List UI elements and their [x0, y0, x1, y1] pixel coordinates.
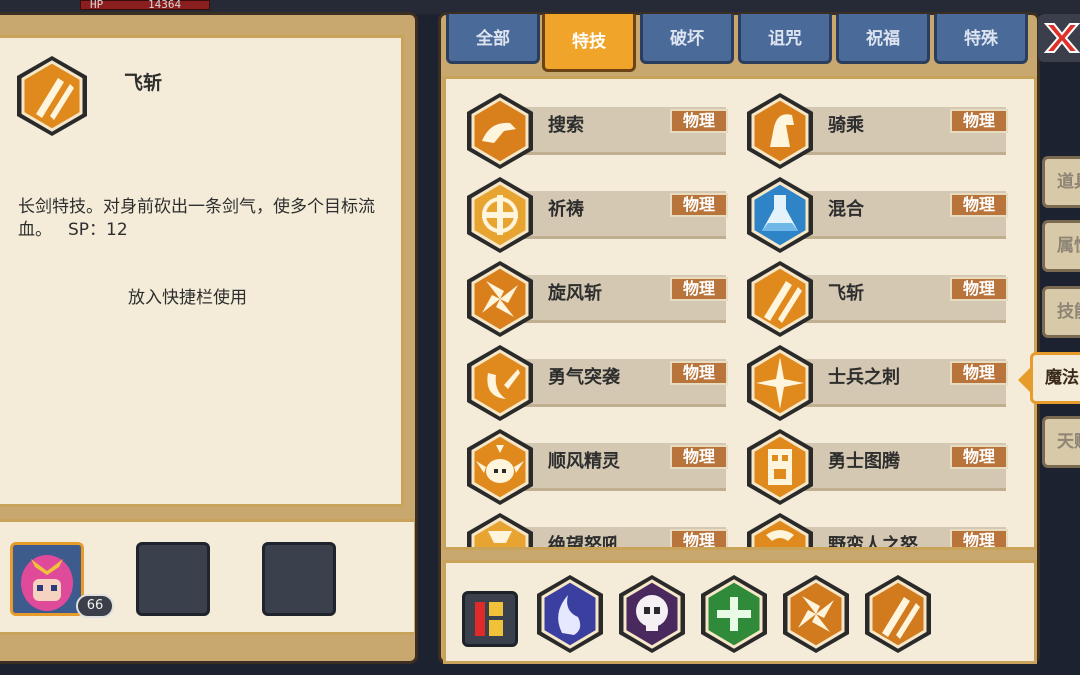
skill-type-badge: 物理	[950, 361, 1008, 385]
tab-blessing[interactable]: 祝福	[836, 14, 930, 64]
skill-type-badge: 物理	[950, 109, 1008, 133]
skill-item-barbarian-rage[interactable]: 野蛮人之怒 物理	[744, 511, 1008, 550]
skill-item-soldier-thrust[interactable]: 士兵之刺 物理	[744, 343, 1008, 423]
skill-item-ride[interactable]: 骑乘 物理	[744, 91, 1008, 171]
whirlwind-icon[interactable]	[780, 573, 852, 655]
hero-level-badge: 66	[76, 594, 114, 618]
skill-name: 勇士图腾	[828, 451, 900, 472]
skill-name: 混合	[828, 199, 864, 220]
skill-name: 野蛮人之怒	[828, 535, 918, 550]
skill-detail-content: 飞斩 长剑特技。对身前砍出一条剑气，使多个目标流血。 SP：12 放入快捷栏使用	[0, 35, 404, 507]
skill-item-pray[interactable]: 祈祷 物理	[464, 175, 728, 255]
skill-type-badge: 物理	[670, 361, 728, 385]
courage-strike-icon	[467, 345, 533, 421]
detail-sp-cost: SP：12	[68, 220, 128, 240]
skill-type-badge: 物理	[670, 193, 728, 217]
skill-type-badge: 物理	[670, 445, 728, 469]
flying-slash-icon[interactable]	[862, 573, 934, 655]
quickbar-page-button[interactable]	[462, 591, 518, 647]
skill-item-warrior-totem[interactable]: 勇士图腾 物理	[744, 427, 1008, 507]
soldier-thrust-icon	[747, 345, 813, 421]
side-tab-attributes[interactable]: 属性	[1042, 220, 1080, 272]
whirlwind-icon	[467, 261, 533, 337]
skill-name: 顺风精灵	[548, 451, 620, 472]
skill-category-tabs: 全部 特技 破坏 诅咒 祝福 特殊	[440, 14, 1038, 76]
blue-flame-icon[interactable]	[534, 573, 606, 655]
warrior-totem-icon	[747, 429, 813, 505]
hp-label: HP	[90, 0, 104, 11]
tab-curse[interactable]: 诅咒	[738, 14, 832, 64]
skill-type-badge: 物理	[950, 445, 1008, 469]
skull-icon[interactable]	[616, 573, 688, 655]
skill-name: 搜索	[548, 115, 584, 136]
skill-name: 绝望怒吼	[548, 535, 620, 550]
empty-hero-slot[interactable]	[262, 542, 336, 616]
close-icon	[1043, 23, 1080, 53]
skill-type-badge: 物理	[670, 109, 728, 133]
skill-item-courage-strike[interactable]: 勇气突袭 物理	[464, 343, 728, 423]
skill-name: 飞斩	[828, 283, 864, 304]
skill-item-search[interactable]: 搜索 物理	[464, 91, 728, 171]
skill-name: 祈祷	[548, 199, 584, 220]
side-tab-skills[interactable]: 技能	[1042, 286, 1080, 338]
add-to-quickbar-button[interactable]: 放入快捷栏使用	[128, 283, 247, 308]
skill-type-badge: 物理	[670, 277, 728, 301]
wind-spirit-icon	[467, 429, 533, 505]
skill-item-whirlwind[interactable]: 旋风斩 物理	[464, 259, 728, 339]
tab-destruction[interactable]: 破坏	[640, 14, 734, 64]
flying-slash-icon	[747, 261, 813, 337]
skill-detail-panel: 飞斩 长剑特技。对身前砍出一条剑气，使多个目标流血。 SP：12 放入快捷栏使用 …	[0, 12, 418, 664]
search-icon	[467, 93, 533, 169]
skill-type-badge: 物理	[950, 529, 1008, 547]
close-button[interactable]	[1038, 14, 1080, 62]
skill-type-badge: 物理	[950, 193, 1008, 217]
side-tab-items[interactable]: 道具	[1042, 156, 1080, 208]
hero-slots-bar: 66	[0, 519, 414, 635]
cross-icon	[467, 177, 533, 253]
skill-type-badge: 物理	[950, 277, 1008, 301]
detail-skill-description: 长剑特技。对身前砍出一条剑气，使多个目标流血。 SP：12	[18, 196, 388, 242]
barbarian-rage-icon	[747, 513, 813, 547]
hero-avatar	[13, 545, 81, 613]
hp-value: 14364	[148, 0, 182, 11]
page-number-icon	[475, 602, 503, 636]
skill-type-badge: 物理	[670, 529, 728, 547]
skill-item-despair-roar[interactable]: 绝望怒吼 物理	[464, 511, 728, 550]
side-tab-talents[interactable]: 天赋	[1042, 416, 1080, 468]
side-tab-pointer	[1018, 368, 1030, 392]
skill-item-mix[interactable]: 混合 物理	[744, 175, 1008, 255]
horse-icon	[747, 93, 813, 169]
empty-hero-slot[interactable]	[136, 542, 210, 616]
skill-item-flying-slash[interactable]: 飞斩 物理	[744, 259, 1008, 339]
skill-quickbar	[443, 560, 1037, 664]
tab-all[interactable]: 全部	[446, 14, 540, 64]
side-tab-magic[interactable]: 魔法	[1030, 352, 1080, 404]
flying-slash-icon	[17, 56, 87, 136]
skill-name: 勇气突袭	[548, 367, 620, 388]
flask-icon	[747, 177, 813, 253]
skill-list: 搜索 物理 骑乘 物理 祈祷 物理 混合 物理 旋风斩 物理 飞斩 物理 勇气突…	[443, 76, 1037, 550]
skill-name: 旋风斩	[548, 283, 602, 304]
despair-roar-icon	[467, 513, 533, 547]
detail-skill-name: 飞斩	[124, 72, 163, 94]
green-cross-icon[interactable]	[698, 573, 770, 655]
tab-techniques[interactable]: 特技	[542, 14, 636, 72]
skill-name: 骑乘	[828, 115, 864, 136]
skill-item-wind-spirit[interactable]: 顺风精灵 物理	[464, 427, 728, 507]
skill-name: 士兵之刺	[828, 367, 900, 388]
hero-avatar-slot[interactable]	[10, 542, 84, 616]
tab-special[interactable]: 特殊	[934, 14, 1028, 64]
